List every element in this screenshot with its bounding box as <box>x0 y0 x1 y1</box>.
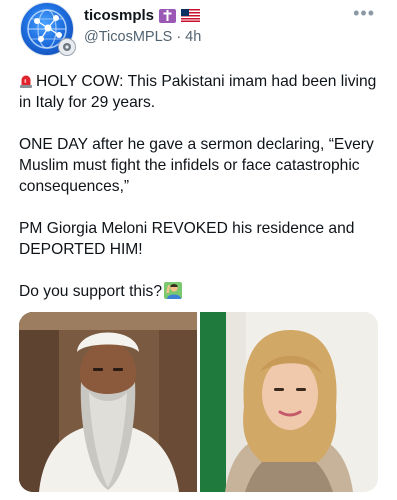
tweet-text: HOLY COW: This Pakistani imam had been l… <box>19 71 381 323</box>
tweet-paragraph-2: ONE DAY after he gave a sermon declaring… <box>19 136 374 195</box>
verified-seal-icon <box>58 38 76 56</box>
tweet-paragraph-3: PM Giorgia Meloni REVOKED his residence … <box>19 220 355 258</box>
meloni-photo[interactable] <box>200 312 378 492</box>
imam-photo[interactable] <box>19 312 197 492</box>
author-display-name[interactable]: ticosmpls <box>84 7 154 24</box>
more-options-icon[interactable]: ••• <box>353 4 375 22</box>
person-raising-hand-icon <box>164 282 183 299</box>
tweet-paragraph-4-text: Do you support this? <box>19 283 163 300</box>
tweet-paragraph-4: Do you support this? <box>19 281 381 302</box>
tweet-card: ticosmpls @TicosMPLS · 4h ••• HOLY COW: … <box>0 0 397 500</box>
siren-icon <box>20 75 32 88</box>
us-flag-icon <box>181 9 201 22</box>
cross-flag-icon <box>159 8 177 23</box>
author-handle[interactable]: @TicosMPLS <box>84 29 172 45</box>
tweet-paragraph-1-text: HOLY COW: This Pakistani imam had been l… <box>19 73 377 111</box>
author-meta-row: @TicosMPLS · 4h <box>84 29 201 45</box>
meta-separator: · <box>176 29 182 45</box>
media-grid[interactable] <box>19 312 378 492</box>
tweet-paragraph-1: HOLY COW: This Pakistani imam had been l… <box>19 71 381 113</box>
post-time[interactable]: 4h <box>185 29 201 45</box>
author-name-row: ticosmpls <box>84 7 201 24</box>
